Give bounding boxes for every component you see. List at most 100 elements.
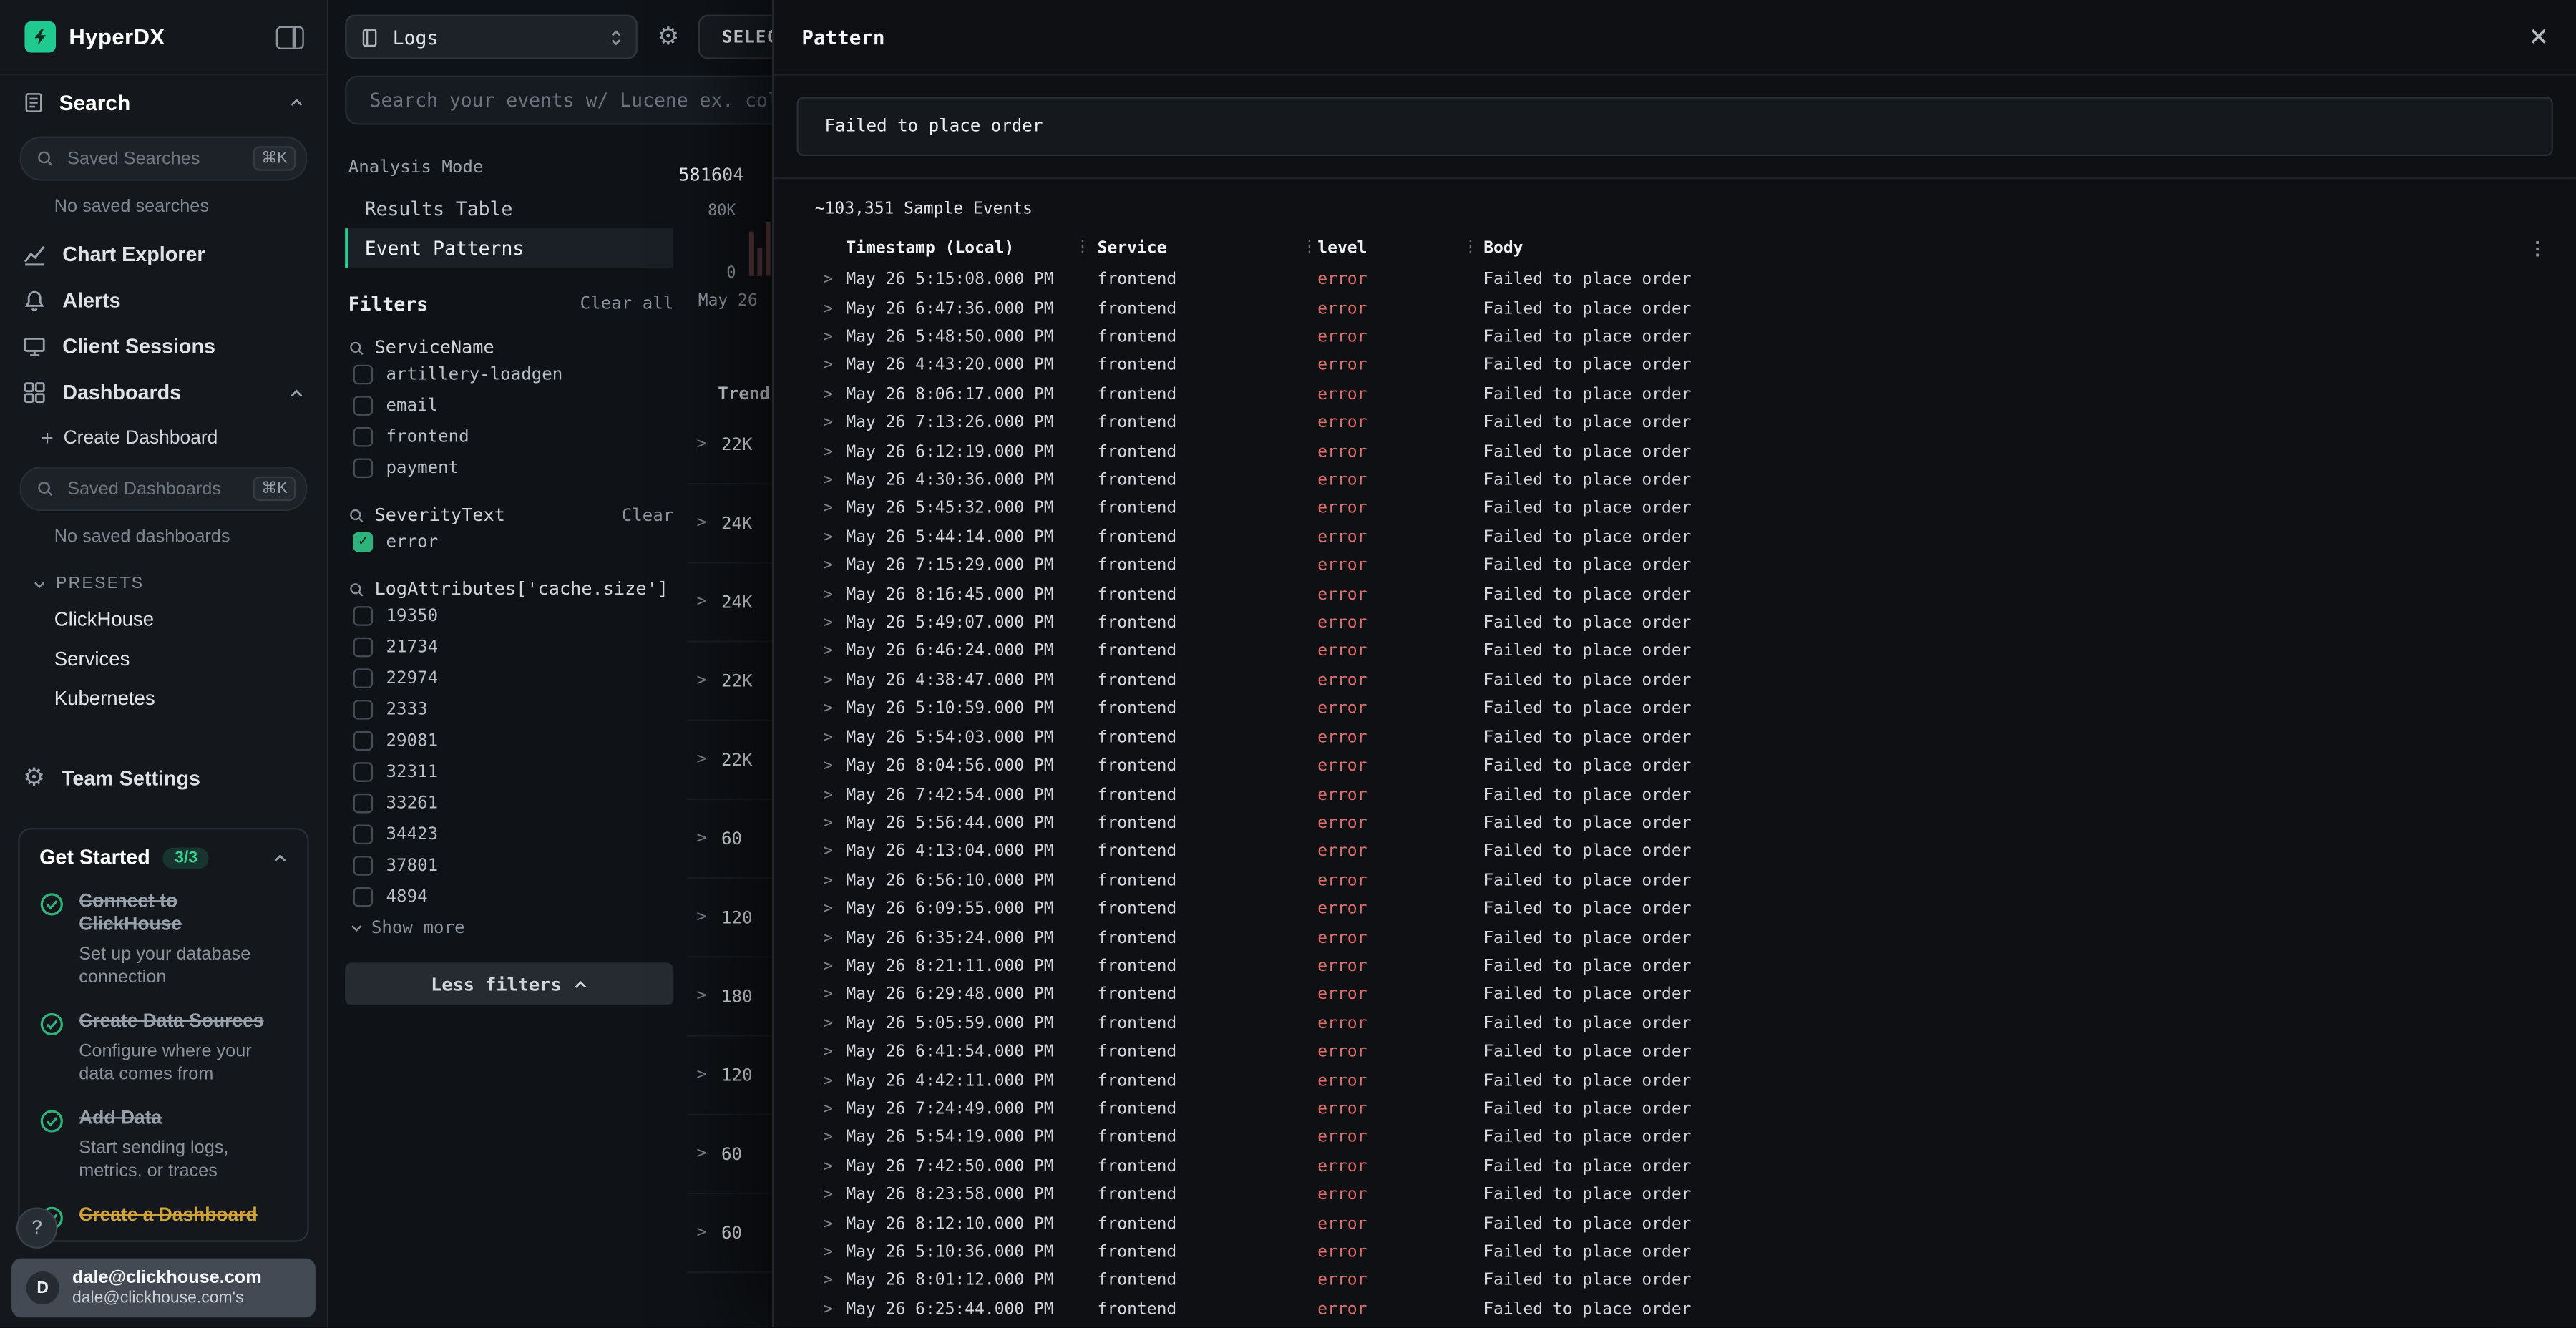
expand-row-icon[interactable]: > bbox=[823, 815, 846, 833]
expand-row-icon[interactable]: > bbox=[823, 1043, 846, 1061]
filter-option[interactable]: ✓ error bbox=[345, 526, 673, 557]
expand-row-icon[interactable]: > bbox=[823, 472, 846, 489]
event-row[interactable]: > May 26 5:45:32.000 PM frontend error F… bbox=[797, 495, 2553, 524]
expand-row-icon[interactable]: > bbox=[823, 872, 846, 890]
expand-row-icon[interactable]: > bbox=[823, 529, 846, 547]
event-row[interactable]: > May 26 5:10:59.000 PM frontend error F… bbox=[797, 695, 2553, 723]
expand-row-icon[interactable]: > bbox=[823, 500, 846, 518]
expand-row-icon[interactable]: > bbox=[823, 929, 846, 947]
filter-option[interactable]: 19350 bbox=[345, 600, 673, 631]
event-row[interactable]: > May 26 6:46:24.000 PM frontend error F… bbox=[797, 638, 2553, 666]
clear-all-filters-link[interactable]: Clear all bbox=[580, 294, 674, 314]
event-row[interactable]: > May 26 5:54:03.000 PM frontend error F… bbox=[797, 723, 2553, 752]
expand-row-icon[interactable]: > bbox=[823, 1129, 846, 1147]
expand-row-icon[interactable]: > bbox=[823, 729, 846, 747]
column-resize-handle[interactable]: ⋮ bbox=[1462, 238, 1478, 256]
filter-option[interactable]: frontend bbox=[345, 421, 673, 452]
checkbox[interactable] bbox=[353, 887, 374, 907]
get-started-item[interactable]: Add Data Start sending logs, metrics, or… bbox=[39, 1108, 288, 1183]
expand-row-icon[interactable]: > bbox=[823, 1215, 846, 1233]
col-body[interactable]: Body bbox=[1483, 240, 2553, 258]
event-row[interactable]: > May 26 8:04:56.000 PM frontend error F… bbox=[797, 752, 2553, 781]
table-options-icon[interactable]: ⋮ bbox=[2528, 238, 2546, 260]
event-row[interactable]: > May 26 6:29:48.000 PM frontend error F… bbox=[797, 981, 2553, 1010]
expand-row-icon[interactable]: > bbox=[823, 900, 846, 918]
checkbox[interactable] bbox=[353, 426, 374, 446]
help-button[interactable]: ? bbox=[16, 1208, 57, 1249]
less-filters-button[interactable]: Less filters bbox=[345, 962, 673, 1005]
source-settings-gear-icon[interactable]: ⚙ bbox=[657, 24, 679, 49]
checkbox[interactable] bbox=[353, 668, 374, 688]
sidebar-item-client-sessions[interactable]: Client Sessions bbox=[0, 323, 327, 369]
event-row[interactable]: > May 26 7:42:50.000 PM frontend error F… bbox=[797, 1153, 2553, 1181]
expand-row-icon[interactable]: > bbox=[696, 829, 706, 847]
expand-row-icon[interactable]: > bbox=[823, 586, 846, 604]
collapse-sidebar-icon[interactable] bbox=[276, 26, 304, 49]
event-row[interactable]: > May 26 7:13:26.000 PM frontend error F… bbox=[797, 409, 2553, 438]
event-row[interactable]: > May 26 8:12:10.000 PM frontend error F… bbox=[797, 1210, 2553, 1239]
expand-row-icon[interactable]: > bbox=[696, 751, 706, 768]
expand-row-icon[interactable]: > bbox=[823, 1244, 846, 1261]
expand-row-icon[interactable]: > bbox=[696, 909, 706, 927]
event-row[interactable]: > May 26 6:41:54.000 PM frontend error F… bbox=[797, 1038, 2553, 1067]
clear-filter-link[interactable]: Clear bbox=[622, 505, 674, 525]
saved-searches-input[interactable]: ⌘K bbox=[20, 137, 308, 181]
mode-event-patterns[interactable]: Event Patterns bbox=[345, 228, 673, 268]
event-row[interactable]: > May 26 5:44:14.000 PM frontend error F… bbox=[797, 524, 2553, 552]
column-resize-handle[interactable]: ⋮ bbox=[1301, 238, 1317, 256]
event-row[interactable]: > May 26 6:09:55.000 PM frontend error F… bbox=[797, 895, 2553, 924]
filter-option[interactable]: artillery-loadgen bbox=[345, 358, 673, 390]
preset-clickhouse[interactable]: ClickHouse bbox=[0, 600, 327, 639]
event-row[interactable]: > May 26 5:15:08.000 PM frontend error F… bbox=[797, 266, 2553, 295]
event-row[interactable]: > May 26 8:21:11.000 PM frontend error F… bbox=[797, 952, 2553, 981]
event-row[interactable]: > May 26 7:24:49.000 PM frontend error F… bbox=[797, 1095, 2553, 1124]
get-started-item[interactable]: Create Data Sources Configure where your… bbox=[39, 1011, 288, 1087]
hyperdx-home-link[interactable]: HyperDX bbox=[24, 21, 165, 53]
checkbox[interactable] bbox=[353, 395, 374, 415]
expand-row-icon[interactable]: > bbox=[823, 986, 846, 1004]
expand-row-icon[interactable]: > bbox=[696, 435, 706, 453]
expand-row-icon[interactable]: > bbox=[696, 987, 706, 1005]
expand-row-icon[interactable]: > bbox=[823, 557, 846, 575]
expand-row-icon[interactable]: > bbox=[696, 514, 706, 532]
checkbox[interactable] bbox=[353, 637, 374, 657]
expand-row-icon[interactable]: > bbox=[823, 758, 846, 776]
saved-dashboards-field[interactable] bbox=[64, 477, 244, 500]
column-resize-handle[interactable]: ⋮ bbox=[1075, 238, 1091, 256]
event-row[interactable]: > May 26 8:23:58.000 PM frontend error F… bbox=[797, 1181, 2553, 1210]
checkbox[interactable] bbox=[353, 761, 374, 781]
expand-row-icon[interactable]: > bbox=[696, 1145, 706, 1163]
sidebar-item-alerts[interactable]: Alerts bbox=[0, 278, 327, 323]
expand-row-icon[interactable]: > bbox=[823, 844, 846, 861]
expand-row-icon[interactable]: > bbox=[823, 328, 846, 346]
close-icon[interactable]: × bbox=[2529, 21, 2548, 53]
checkbox[interactable] bbox=[353, 699, 374, 719]
expand-row-icon[interactable]: > bbox=[823, 786, 846, 804]
event-row[interactable]: > May 26 4:13:04.000 PM frontend error F… bbox=[797, 838, 2553, 866]
event-row[interactable]: > May 26 5:10:36.000 PM frontend error F… bbox=[797, 1239, 2553, 1267]
event-row[interactable]: > May 26 4:30:36.000 PM frontend error F… bbox=[797, 467, 2553, 495]
expand-row-icon[interactable]: > bbox=[823, 672, 846, 690]
expand-row-icon[interactable]: > bbox=[696, 672, 706, 690]
saved-dashboards-input[interactable]: ⌘K bbox=[20, 467, 308, 511]
show-more-link[interactable]: Show more bbox=[350, 918, 673, 938]
expand-row-icon[interactable]: > bbox=[823, 300, 846, 318]
checkbox[interactable] bbox=[353, 457, 374, 477]
event-row[interactable]: > May 26 6:35:24.000 PM frontend error F… bbox=[797, 924, 2553, 952]
saved-searches-field[interactable] bbox=[64, 147, 244, 170]
event-row[interactable]: > May 26 8:16:45.000 PM frontend error F… bbox=[797, 581, 2553, 610]
col-timestamp[interactable]: Timestamp (Local) bbox=[846, 240, 1097, 258]
event-row[interactable]: > May 26 6:56:10.000 PM frontend error F… bbox=[797, 866, 2553, 895]
checkbox[interactable] bbox=[353, 731, 374, 751]
expand-row-icon[interactable]: > bbox=[823, 700, 846, 718]
expand-row-icon[interactable]: > bbox=[823, 1301, 846, 1319]
expand-row-icon[interactable]: > bbox=[823, 615, 846, 633]
expand-row-icon[interactable]: > bbox=[696, 593, 706, 611]
presets-toggle[interactable]: PRESETS bbox=[0, 562, 327, 600]
expand-row-icon[interactable]: > bbox=[823, 957, 846, 975]
checkbox[interactable] bbox=[353, 605, 374, 625]
event-row[interactable]: > May 26 6:12:19.000 PM frontend error F… bbox=[797, 438, 2553, 467]
expand-row-icon[interactable]: > bbox=[823, 1072, 846, 1090]
event-row[interactable]: > May 26 5:48:50.000 PM frontend error F… bbox=[797, 323, 2553, 352]
event-row[interactable]: > May 26 5:54:19.000 PM frontend error F… bbox=[797, 1124, 2553, 1153]
